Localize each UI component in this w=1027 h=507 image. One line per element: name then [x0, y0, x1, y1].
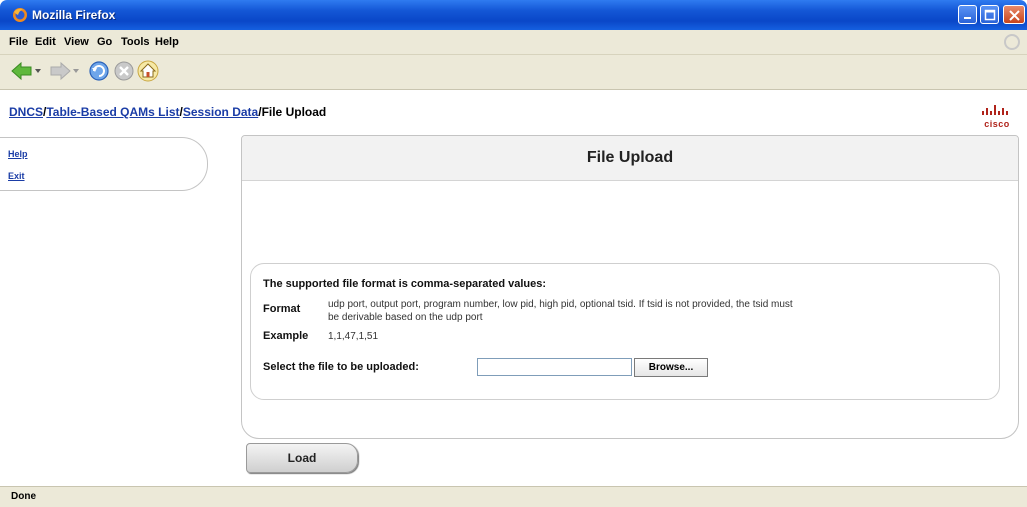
upload-form-box: The supported file format is comma-separ… [250, 263, 1000, 400]
cisco-logo: cisco [977, 102, 1017, 132]
navigation-toolbar [0, 55, 1027, 90]
breadcrumb: DNCS/Table-Based QAMs List/Session Data/… [9, 105, 326, 119]
back-arrow-icon[interactable] [10, 59, 34, 83]
format-heading: The supported file format is comma-separ… [263, 278, 547, 290]
format-description-line-2: be derivable based on the udp port [328, 312, 483, 323]
example-label: Example [263, 330, 309, 342]
minimize-button[interactable] [958, 5, 977, 24]
minimize-icon [964, 17, 971, 19]
menu-bar: File Edit View Go Tools Help [0, 30, 1027, 55]
close-icon [1009, 10, 1020, 21]
format-description-line-1: udp port, output port, program number, l… [328, 299, 793, 310]
firefox-icon [13, 8, 27, 22]
window-titlebar: Mozilla Firefox [0, 0, 1027, 30]
menu-go[interactable]: Go [97, 36, 112, 48]
select-file-label: Select the file to be uploaded: [263, 361, 419, 373]
menu-tools[interactable]: Tools [121, 36, 150, 48]
sidebar-item-help[interactable]: Help [8, 149, 28, 159]
sidebar: Help Exit [0, 137, 208, 191]
file-upload-panel: File Upload The supported file format is… [241, 135, 1019, 439]
back-dropdown-icon[interactable] [34, 67, 42, 75]
sidebar-item-exit[interactable]: Exit [8, 171, 25, 181]
breadcrumb-dncs[interactable]: DNCS [9, 105, 43, 119]
window-title: Mozilla Firefox [32, 8, 116, 22]
home-icon[interactable] [136, 59, 160, 83]
page-title: File Upload [586, 149, 674, 166]
throbber-icon [1004, 34, 1020, 50]
menu-help[interactable]: Help [155, 36, 179, 48]
cisco-bars-icon [982, 105, 1008, 115]
page-content: DNCS/Table-Based QAMs List/Session Data/… [0, 90, 1027, 486]
file-path-input[interactable] [477, 358, 632, 376]
example-value: 1,1,47,1,51 [328, 331, 379, 342]
cisco-wordmark: cisco [984, 119, 1010, 129]
reload-icon[interactable] [87, 59, 111, 83]
forward-dropdown-icon[interactable] [72, 67, 80, 75]
browse-button[interactable]: Browse... [634, 358, 708, 377]
maximize-button[interactable] [980, 5, 999, 24]
menu-view[interactable]: View [64, 36, 89, 48]
maximize-icon [984, 9, 996, 21]
load-button[interactable]: Load [246, 443, 358, 473]
status-text: Done [11, 491, 36, 502]
breadcrumb-current: File Upload [261, 105, 327, 119]
breadcrumb-qams-list[interactable]: Table-Based QAMs List [46, 105, 179, 119]
menu-edit[interactable]: Edit [35, 36, 56, 48]
forward-arrow-icon[interactable] [48, 59, 72, 83]
status-bar: Done [0, 486, 1027, 507]
breadcrumb-session-data[interactable]: Session Data [183, 105, 258, 119]
menu-file[interactable]: File [9, 36, 28, 48]
panel-header: File Upload [242, 136, 1018, 181]
close-button[interactable] [1003, 5, 1025, 24]
format-label: Format [263, 303, 301, 315]
stop-icon[interactable] [112, 59, 136, 83]
